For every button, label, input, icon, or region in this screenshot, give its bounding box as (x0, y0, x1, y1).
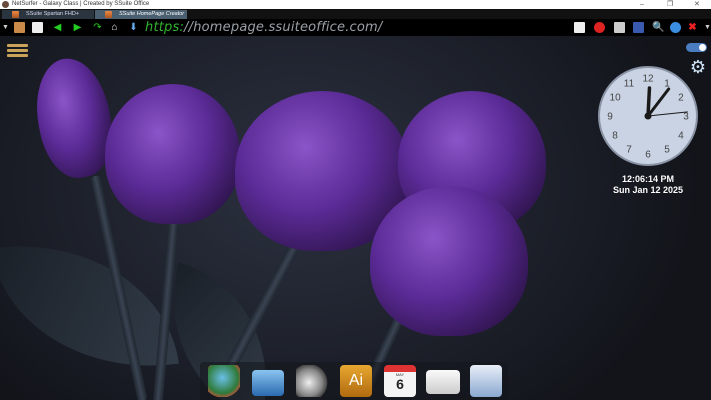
title-bar: NetSurfer - Galaxy Class | Created by SS… (0, 0, 711, 9)
reload-icon[interactable]: ↷ (92, 22, 103, 33)
clock-number: 2 (678, 93, 684, 104)
desktop: ⚙ 12 1 2 3 4 5 6 7 8 9 10 11 12:06:14 PM Sun Jan 12… (0, 36, 711, 400)
illustrator-app-icon[interactable]: Ai (340, 365, 372, 397)
globe-app-icon[interactable] (208, 365, 240, 397)
download-icon[interactable]: ⬇ (128, 22, 139, 33)
globe-icon[interactable] (670, 22, 681, 33)
back-icon[interactable]: ◀ (52, 22, 63, 33)
maximize-button[interactable]: ❐ (667, 0, 673, 9)
adblock-icon[interactable] (594, 22, 605, 33)
notes-icon[interactable] (574, 22, 585, 33)
forward-icon[interactable]: ▶ (72, 22, 83, 33)
window-title: NetSurfer - Galaxy Class | Created by SS… (12, 1, 150, 7)
clock-center (644, 112, 652, 120)
hour-hand (646, 86, 652, 118)
digital-time: 12:06:14 PM (621, 174, 675, 184)
tab-favicon-icon (105, 11, 112, 18)
app-dock: Ai MAY 6 (200, 362, 508, 400)
digital-date: Sun Jan 12 2025 (612, 185, 684, 195)
clock-number: 12 (642, 74, 654, 85)
clock-number: 11 (624, 79, 635, 90)
wallpaper-tulip (105, 84, 240, 224)
tab-bar: SSuite Spartan FHD+ Desktop SSuite HomeP… (0, 9, 711, 26)
url-protocol: https: (145, 20, 185, 35)
wallpaper-leaf (0, 224, 179, 388)
new-tab-icon[interactable] (32, 22, 43, 33)
clock-number: 7 (626, 144, 632, 155)
tab-homepage-creator[interactable]: SSuite HomePage Creator | C (95, 10, 187, 26)
close-window-button[interactable]: ✕ (694, 0, 700, 9)
app-icon (2, 1, 9, 8)
calendar-day: 6 (396, 376, 404, 392)
address-bar[interactable]: https://homepage.ssuiteoffice.com/ (145, 20, 383, 35)
clock-number: 9 (607, 112, 613, 123)
calendar-app-icon[interactable]: MAY 6 (384, 365, 416, 397)
clock-number: 3 (683, 112, 689, 123)
clock-number: 5 (664, 144, 670, 155)
bookmark-icon[interactable] (14, 22, 25, 33)
dropdown-icon[interactable]: ▼ (702, 22, 711, 33)
search-icon[interactable]: 🔍 (652, 22, 664, 33)
tab-spartan-desktop[interactable]: SSuite Spartan FHD+ Desktop (2, 10, 94, 26)
clock-number: 6 (645, 150, 651, 161)
clock-number: 10 (610, 93, 622, 104)
tab-favicon-icon (12, 11, 19, 18)
briefcase-app-icon[interactable] (252, 370, 284, 396)
analog-clock: 12 1234567891011 (598, 66, 698, 166)
film-icon[interactable] (633, 22, 644, 33)
toggle-switch[interactable] (686, 43, 707, 52)
home-icon[interactable]: ⌂ (109, 22, 120, 33)
clock-number: 8 (612, 131, 618, 142)
url-text: //homepage.ssuiteoffice.com/ (184, 20, 383, 35)
media-player-app-icon[interactable] (296, 365, 328, 397)
dropdown-icon[interactable]: ▼ (0, 22, 11, 33)
toolbar: ▼ ◀ ▶ ↷ ⌂ ⬇ https://homepage.ssuiteoffic… (0, 19, 711, 36)
wallpaper-tulip (370, 186, 528, 336)
writer-app-icon[interactable] (470, 365, 502, 397)
mail-app-icon[interactable] (426, 370, 460, 394)
minimize-button[interactable]: – (640, 0, 644, 9)
clock-number: 4 (678, 131, 684, 142)
close-icon[interactable]: ✖ (687, 22, 698, 33)
hamburger-menu-icon[interactable] (7, 44, 28, 57)
screenshot-icon[interactable] (614, 22, 625, 33)
